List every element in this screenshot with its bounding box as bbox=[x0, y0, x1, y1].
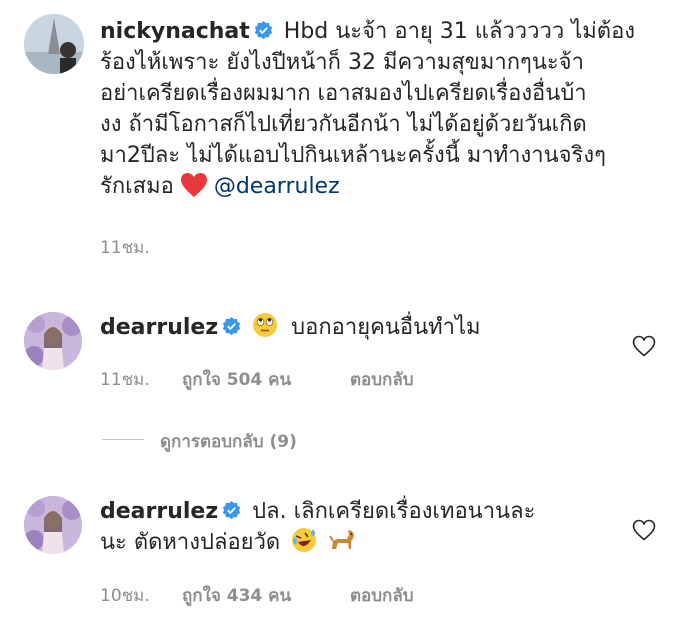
caption-line-5: มา2ปีละ ไม่ได้แอบไปกินเหล้านะครั้งนี้ มา… bbox=[100, 143, 606, 168]
reply-button-label: ตอบกลับ bbox=[350, 370, 414, 390]
like-heart-icon[interactable] bbox=[632, 519, 656, 541]
comment-text-line-1: ปล. เลิกเครียดเรื่องเทอนานละ bbox=[252, 499, 536, 524]
view-replies-button[interactable]: ดูการตอบกลับ (9) bbox=[160, 428, 297, 455]
avatar-image bbox=[24, 14, 84, 74]
like-heart-icon[interactable] bbox=[632, 335, 656, 357]
eye-roll-emoji-icon bbox=[253, 313, 278, 337]
caption-line-3: อย่าเครียดเรื่องผมมาก เอาสมองไปเครียดเรื… bbox=[100, 81, 587, 106]
timestamp: 10ชม. bbox=[100, 586, 150, 606]
mention-link[interactable]: @dearrulez bbox=[214, 174, 340, 199]
reply-button[interactable]: ตอบกลับ bbox=[350, 582, 414, 609]
username[interactable]: nickynachat bbox=[100, 19, 250, 44]
verified-badge-icon bbox=[223, 501, 241, 520]
caption-line-1: Hbd นะจ้า อายุ 31 แล้ววววว ไม่ต้อง bbox=[283, 19, 636, 44]
heart-emoji-icon bbox=[180, 173, 207, 197]
avatar[interactable] bbox=[24, 496, 82, 554]
avatar-image bbox=[24, 312, 82, 370]
avatar[interactable] bbox=[24, 312, 82, 370]
like-count[interactable]: ถูกใจ 504 คน bbox=[182, 366, 291, 393]
reply-button-label: ตอบกลับ bbox=[350, 586, 414, 606]
avatar[interactable] bbox=[24, 14, 84, 74]
like-count-text: ถูกใจ 434 คน bbox=[182, 586, 292, 606]
username[interactable]: dearrulez bbox=[100, 315, 218, 340]
verified-badge-icon bbox=[223, 317, 241, 336]
caption-line-2: ร้องไห้เพราะ ยังไงปีหน้าก็ 32 มีความสุขม… bbox=[100, 50, 584, 75]
laughing-emoji-icon bbox=[292, 528, 317, 552]
comment-body: nickynachat Hbd นะจ้า อายุ 31 แล้ววววว ไ… bbox=[100, 16, 690, 202]
comment-body: dearrulez ปล. เลิกเครียดเรื่องเทอนานละ น… bbox=[100, 496, 600, 558]
like-count[interactable]: ถูกใจ 434 คน bbox=[182, 582, 291, 609]
avatar-image bbox=[24, 496, 82, 554]
reply-button[interactable]: ตอบกลับ bbox=[350, 366, 414, 393]
comment-body: dearrulez บอกอายุคนอื่นทำไม bbox=[100, 312, 600, 343]
timestamp: 11ชม. bbox=[100, 370, 150, 390]
timestamp: 11ชม. bbox=[100, 238, 150, 258]
verified-badge-icon bbox=[254, 21, 272, 40]
caption-line-4: งง ถ้ามีโอกาสก็ไปเที่ยวกันอีกน้า ไม่ได้อ… bbox=[100, 112, 587, 137]
comment-text: บอกอายุคนอื่นทำไม bbox=[291, 315, 481, 340]
comment-text-line-2: นะ ตัดหางปล่อยวัด bbox=[100, 530, 281, 555]
username[interactable]: dearrulez bbox=[100, 499, 218, 524]
view-replies-divider bbox=[102, 439, 144, 440]
dog-emoji-icon bbox=[329, 530, 355, 549]
like-count-text: ถูกใจ 504 คน bbox=[182, 370, 292, 390]
caption-line-6: รักเสมอ bbox=[100, 174, 174, 199]
